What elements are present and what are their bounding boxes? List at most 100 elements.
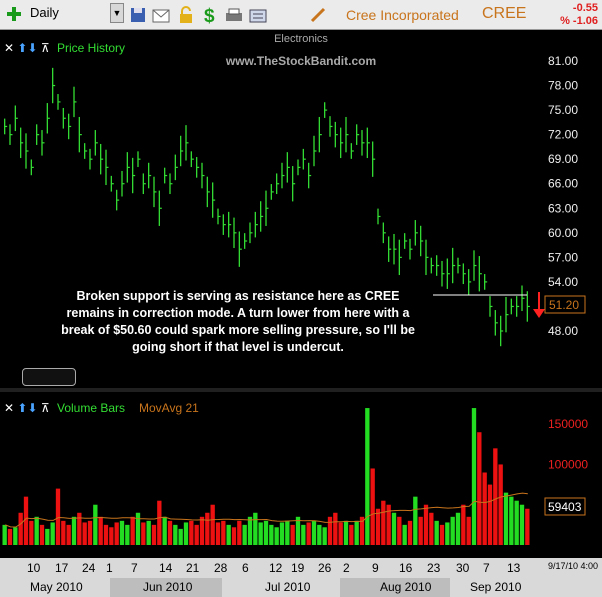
- volume-bar: [205, 512, 210, 545]
- volume-bar: [439, 524, 445, 545]
- volume-bar: [445, 522, 450, 545]
- volume-bar: [514, 500, 519, 545]
- x-axis-day-label: 10: [27, 561, 41, 575]
- volume-bar: [455, 512, 461, 545]
- volume-bar: [279, 522, 285, 545]
- volume-bar: [29, 520, 34, 545]
- volume-bar: [290, 524, 295, 545]
- volume-bar: [258, 522, 263, 545]
- x-axis-day-label: 13: [507, 561, 521, 575]
- volume-bar: [221, 520, 226, 545]
- volume-bar: [338, 522, 343, 545]
- volume-bar: [306, 522, 311, 545]
- volume-bar: [365, 408, 370, 545]
- volume-bar: [242, 524, 247, 545]
- price-axis-tick: 57.00: [548, 250, 578, 264]
- x-axis-day-label: 6: [242, 561, 249, 575]
- volume-bar: [151, 524, 157, 545]
- date-stamp: 9/17/10 4:00: [547, 561, 598, 571]
- price-axis-tick: 66.00: [548, 177, 578, 191]
- volume-bar: [87, 520, 93, 545]
- volume-bar: [343, 520, 349, 545]
- volume-bar: [503, 492, 509, 545]
- volume-bar: [93, 504, 98, 545]
- x-axis: 10 17 24 1 7 14 21 28 6 12 19 26 2 9 16 23 30 7 13 May 201…: [0, 558, 602, 597]
- x-axis-day-label: 21: [186, 561, 200, 575]
- volume-bar: [183, 522, 189, 545]
- volume-bar: [471, 408, 477, 545]
- price-axis-tick: 60.00: [548, 226, 578, 240]
- x-axis-day-label: 14: [159, 561, 173, 575]
- volume-bar: [109, 527, 114, 545]
- volume-bar: [311, 520, 317, 545]
- x-axis-month-label: Aug 2010: [380, 580, 432, 594]
- volume-bar: [146, 520, 151, 545]
- panel-divider[interactable]: [0, 388, 602, 392]
- volume-bar: [231, 527, 237, 545]
- volume-bar: [269, 524, 274, 545]
- volume-bar: [215, 522, 221, 545]
- x-axis-day-label: 16: [399, 561, 413, 575]
- last-price-label: 51.20: [549, 298, 579, 312]
- chart-scroll-handle[interactable]: [22, 368, 76, 386]
- price-axis-tick: 75.00: [548, 103, 578, 117]
- volume-bar: [125, 524, 130, 545]
- volume-bar: [418, 516, 423, 545]
- volume-bar: [247, 516, 253, 545]
- x-axis-day-label: 12: [269, 561, 283, 575]
- volume-bar: [301, 524, 306, 545]
- volume-bar: [71, 516, 77, 545]
- volume-bar: [226, 524, 231, 545]
- volume-bar: [253, 512, 258, 545]
- volume-bar: [135, 512, 141, 545]
- x-axis-day-label: 2: [343, 561, 350, 575]
- volume-bar: [317, 524, 322, 545]
- volume-bar: [18, 512, 23, 545]
- volume-bar: [66, 524, 71, 545]
- volume-bar: [61, 520, 66, 545]
- volume-bar: [477, 432, 482, 545]
- volume-bar: [7, 528, 13, 545]
- price-axis-tick: 63.00: [548, 201, 578, 215]
- volume-bar: [375, 508, 381, 545]
- price-axis-tick: 48.00: [548, 324, 578, 338]
- volume-axis-tick: 150000: [548, 417, 588, 431]
- down-arrow-head-icon: [533, 309, 545, 318]
- volume-bar: [487, 484, 493, 545]
- volume-bar: [434, 520, 439, 545]
- volume-bar: [189, 520, 194, 545]
- volume-bar: [194, 524, 199, 545]
- x-axis-day-label: 26: [318, 561, 332, 575]
- volume-bar: [274, 527, 279, 545]
- volume-bar: [2, 524, 7, 545]
- x-axis-day-label: 23: [427, 561, 441, 575]
- volume-bar: [50, 522, 55, 545]
- x-axis-day-label: 7: [131, 561, 138, 575]
- price-axis-tick: 69.00: [548, 152, 578, 166]
- volume-bar: [349, 524, 354, 545]
- volume-bar: [423, 504, 429, 545]
- volume-bar: [370, 468, 375, 545]
- volume-bar: [354, 520, 359, 545]
- x-axis-day-label: 24: [82, 561, 96, 575]
- volume-bar: [167, 520, 173, 545]
- x-axis-day-label: 28: [214, 561, 228, 575]
- volume-bar: [450, 516, 455, 545]
- volume-bar: [114, 522, 119, 545]
- volume-bar: [413, 496, 418, 545]
- volume-bar: [173, 524, 178, 545]
- price-axis-tick: 78.00: [548, 79, 578, 93]
- volume-bar: [285, 520, 290, 545]
- volume-panel-controls[interactable]: ✕ ⬆⬇ ⊼: [4, 401, 50, 415]
- volume-bar: [482, 472, 487, 545]
- volume-bar: [13, 527, 18, 545]
- volume-bar: [210, 504, 215, 545]
- volume-bar: [55, 488, 61, 545]
- volume-bar: [157, 500, 162, 545]
- volume-bar: [322, 527, 327, 545]
- volume-bar: [397, 516, 402, 545]
- x-axis-day-label: 9: [372, 561, 379, 575]
- volume-bar: [429, 512, 434, 545]
- volume-bar: [263, 520, 269, 545]
- x-axis-month-label: May 2010: [30, 580, 83, 594]
